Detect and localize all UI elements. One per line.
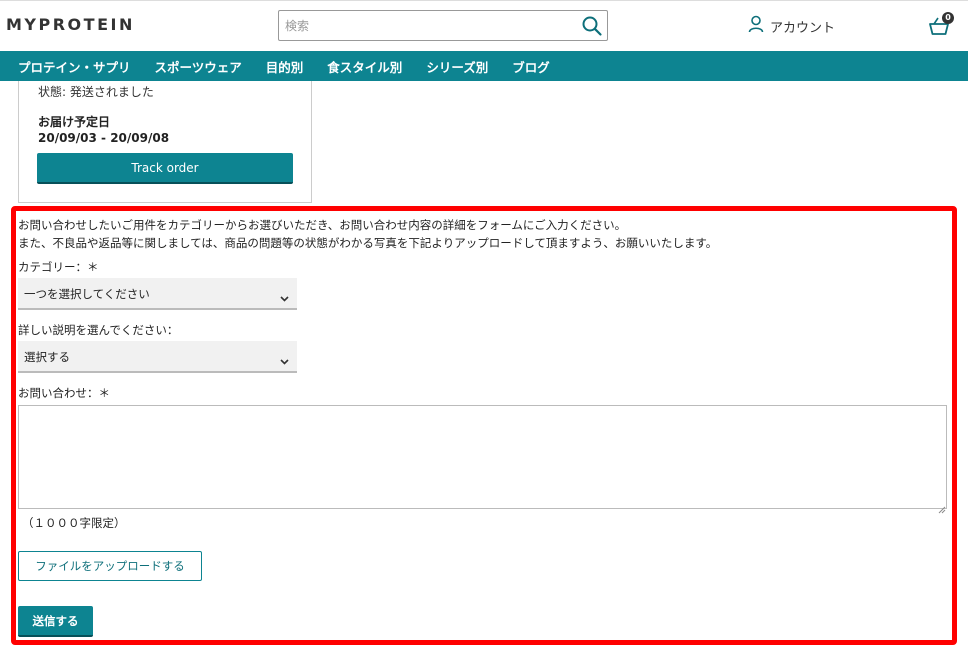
nav-item-protein-supplements[interactable]: プロテイン・サプリ: [18, 57, 131, 76]
basket-count-badge: 0: [942, 12, 954, 24]
order-status: 状態: 発送されました: [38, 85, 154, 99]
nav-item-blog[interactable]: ブログ: [512, 57, 550, 76]
detail-select-value: 選択する: [24, 350, 70, 364]
file-upload-button[interactable]: ファイルをアップロードする: [18, 551, 202, 581]
site-header: MYPROTEIN アカウント 0: [0, 0, 968, 51]
nav-item-sportswear[interactable]: スポーツウェア: [155, 57, 242, 76]
resize-grip-icon[interactable]: [937, 499, 946, 514]
main-nav: プロテイン・サプリ スポーツウェア 目的別 食スタイル別 シリーズ別 ブログ: [0, 51, 968, 81]
basket-button[interactable]: 0: [928, 12, 956, 38]
search-icon[interactable]: [581, 15, 603, 37]
search-box: [278, 10, 608, 41]
basket-icon: [928, 17, 950, 42]
message-label: お問い合わせ：＊: [18, 386, 110, 400]
eta-value: 20/09/03 - 20/09/08: [38, 131, 170, 145]
message-textarea[interactable]: [18, 405, 947, 509]
chevron-down-icon: [280, 288, 289, 302]
eta-label: お届け予定日: [38, 115, 111, 129]
character-limit-note: （１０００字限定）: [22, 516, 126, 530]
account-link[interactable]: アカウント: [748, 15, 835, 37]
detail-select[interactable]: 選択する: [18, 341, 297, 373]
order-card: 状態: 発送されました お届け予定日 20/09/03 - 20/09/08 T…: [18, 81, 312, 203]
intro-line-1: お問い合わせしたいご用件をカテゴリーからお選びいただき、お問い合わせ内容の詳細を…: [18, 218, 627, 232]
intro-line-2: また、不良品や返品等に関しましては、商品の問題等の状態がわかる写真を下記よりアッ…: [18, 236, 718, 250]
nav-item-by-diet[interactable]: 食スタイル別: [327, 57, 402, 76]
user-icon: [748, 15, 764, 37]
chevron-down-icon: [280, 351, 289, 365]
form-intro: お問い合わせしたいご用件をカテゴリーからお選びいただき、お問い合わせ内容の詳細を…: [18, 216, 717, 252]
submit-button[interactable]: 送信する: [18, 606, 93, 637]
track-order-button[interactable]: Track order: [37, 153, 293, 184]
search-input[interactable]: [279, 11, 569, 40]
category-select-value: 一つを選択してください: [24, 287, 150, 301]
nav-item-by-goal[interactable]: 目的別: [266, 57, 304, 76]
myprotein-logo[interactable]: MYPROTEIN: [6, 15, 135, 34]
detail-label: 詳しい説明を選んでください：: [18, 323, 179, 337]
category-select[interactable]: 一つを選択してください: [18, 278, 297, 310]
category-label: カテゴリー：＊: [18, 260, 99, 274]
nav-item-by-series[interactable]: シリーズ別: [426, 57, 488, 76]
account-label: アカウント: [770, 20, 836, 36]
